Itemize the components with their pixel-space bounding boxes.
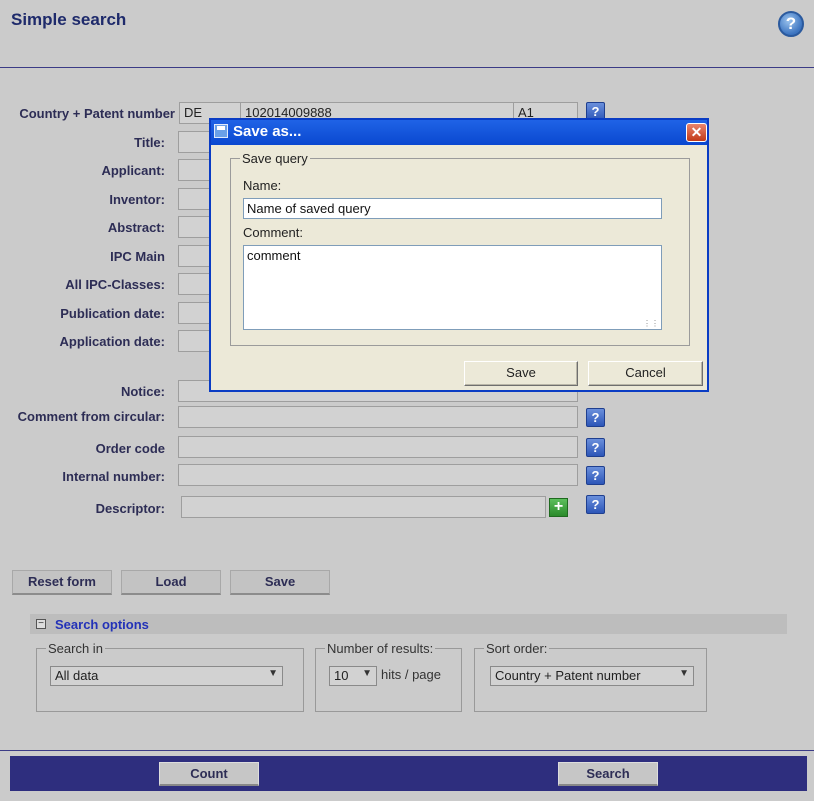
application-date-label: Application date: — [59, 334, 165, 349]
hits-per-page-select[interactable]: 10 ▼ — [329, 666, 377, 686]
country-patent-label: Country + Patent number — [19, 106, 175, 121]
notice-label: Notice: — [120, 384, 165, 399]
reset-form-button[interactable]: Reset form — [12, 570, 112, 595]
count-button[interactable]: Count — [159, 762, 259, 786]
add-descriptor-icon[interactable]: + — [549, 498, 568, 517]
collapse-icon[interactable]: − — [36, 619, 46, 629]
footer-bar: Count Search — [10, 756, 807, 791]
inventor-label: Inventor: — [109, 192, 165, 207]
internal-number-help-icon[interactable]: ? — [586, 466, 605, 485]
order-code-help-icon[interactable]: ? — [586, 438, 605, 457]
comment-circular-help-icon[interactable]: ? — [586, 408, 605, 427]
footer-divider — [0, 750, 814, 751]
descriptor-help-icon[interactable]: ? — [586, 495, 605, 514]
chevron-down-icon: ▼ — [268, 668, 278, 679]
hits-per-page-value: 10 — [334, 668, 349, 683]
floppy-disk-icon — [214, 124, 228, 138]
internal-number-field[interactable] — [178, 464, 578, 486]
save-as-dialog: Save as... ✕ Save query Name: Name of sa… — [209, 118, 709, 392]
hits-per-page-label: hits / page — [381, 667, 441, 682]
publication-date-label: Publication date: — [60, 306, 165, 321]
dialog-titlebar[interactable]: Save as... ✕ — [211, 120, 707, 145]
search-options-header[interactable]: − Search options — [30, 614, 787, 634]
resize-grip-icon[interactable]: ⋮⋮ — [643, 320, 659, 328]
order-code-field[interactable] — [178, 436, 578, 458]
load-button[interactable]: Load — [121, 570, 221, 595]
close-icon[interactable]: ✕ — [686, 123, 707, 142]
title-label: Title: — [134, 135, 165, 150]
all-ipc-label: All IPC-Classes: — [65, 277, 165, 292]
header-divider — [0, 67, 814, 68]
query-name-input[interactable]: Name of saved query — [243, 198, 662, 219]
name-label: Name: — [243, 178, 282, 193]
page-title: Simple search — [11, 10, 127, 29]
save-form-button[interactable]: Save — [230, 570, 330, 595]
dialog-cancel-button[interactable]: Cancel — [588, 361, 703, 386]
search-button[interactable]: Search — [558, 762, 658, 786]
applicant-label: Applicant: — [101, 163, 165, 178]
dialog-title: Save as... — [233, 123, 302, 140]
comment-label: Comment: — [243, 225, 303, 240]
number-results-legend: Number of results: — [325, 641, 436, 656]
query-comment-textarea[interactable]: comment ⋮⋮ — [243, 245, 662, 330]
chevron-down-icon: ▼ — [679, 668, 689, 679]
abstract-label: Abstract: — [107, 220, 165, 235]
sort-order-value: Country + Patent number — [495, 668, 641, 683]
save-query-legend: Save query — [240, 151, 310, 166]
descriptor-field[interactable] — [181, 496, 546, 518]
ipc-main-label: IPC Main — [110, 249, 165, 264]
search-in-value: All data — [55, 668, 99, 683]
save-query-group: Save query Name: Name of saved query Com… — [230, 151, 690, 346]
order-code-label: Order code — [95, 441, 165, 456]
comment-circular-field[interactable] — [178, 406, 578, 428]
chevron-down-icon: ▼ — [362, 668, 372, 679]
internal-number-label: Internal number: — [62, 469, 165, 484]
number-results-group: Number of results: 10 ▼ hits / page — [315, 641, 462, 712]
search-in-group: Search in All data ▼ — [36, 641, 304, 712]
descriptor-label: Descriptor: — [95, 501, 165, 516]
sort-order-group: Sort order: Country + Patent number ▼ — [474, 641, 707, 712]
help-icon[interactable]: ? — [778, 11, 804, 37]
search-options-title[interactable]: Search options — [55, 617, 149, 632]
comment-text: comment — [247, 248, 301, 263]
search-in-legend: Search in — [46, 641, 105, 656]
sort-order-legend: Sort order: — [484, 641, 550, 656]
search-in-select[interactable]: All data ▼ — [50, 666, 283, 686]
comment-circular-label: Comment from circular: — [17, 409, 165, 424]
sort-order-select[interactable]: Country + Patent number ▼ — [490, 666, 694, 686]
dialog-save-button[interactable]: Save — [464, 361, 578, 386]
